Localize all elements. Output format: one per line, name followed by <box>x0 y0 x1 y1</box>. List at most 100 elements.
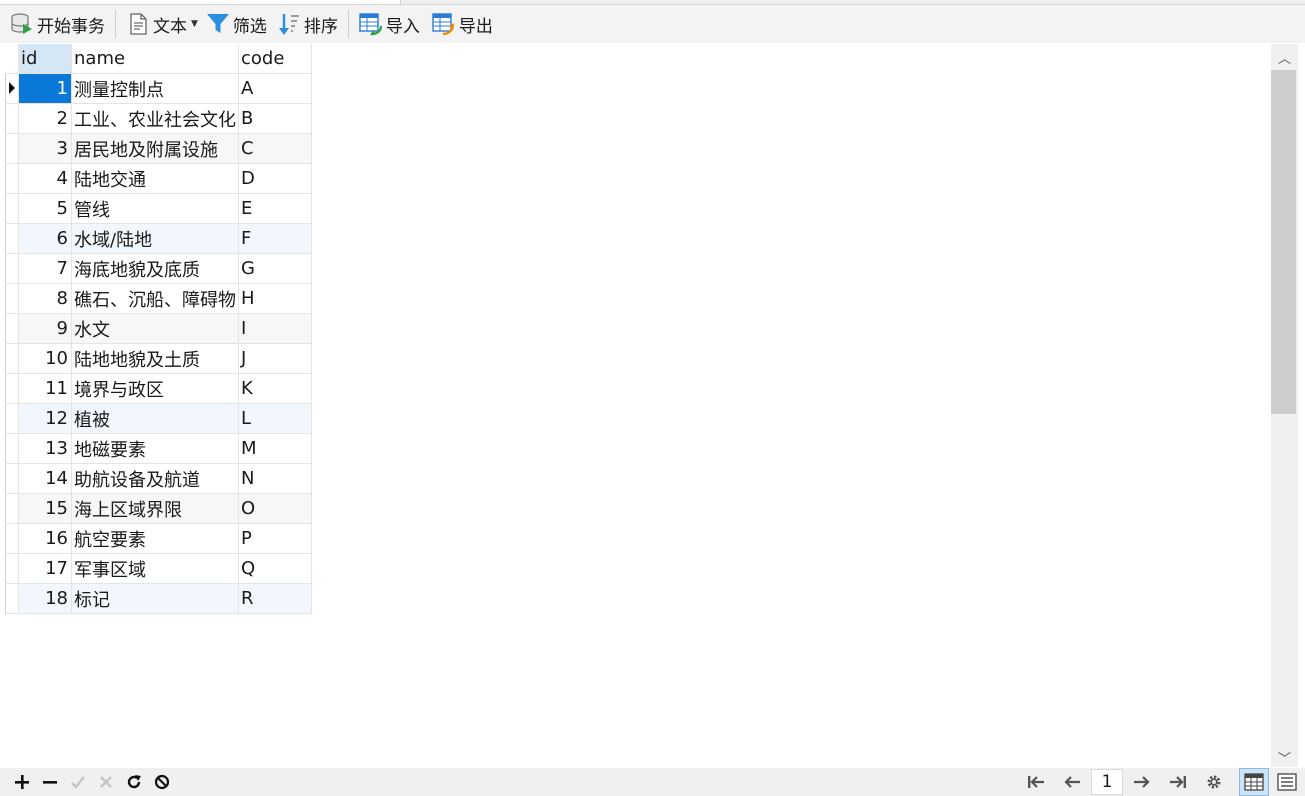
table-row[interactable]: 16 航空要素 P <box>5 523 312 554</box>
cell-id[interactable]: 11 <box>18 373 72 404</box>
row-indicator[interactable] <box>5 253 19 284</box>
cell-code[interactable]: A <box>238 73 312 104</box>
row-indicator[interactable] <box>5 583 19 614</box>
table-row[interactable]: 14 助航设备及航道 N <box>5 463 312 494</box>
row-indicator[interactable] <box>5 373 19 404</box>
cell-id[interactable]: 16 <box>18 523 72 554</box>
row-indicator[interactable] <box>5 553 19 584</box>
import-button[interactable]: 导入 <box>357 9 422 39</box>
filter-button[interactable]: 筛选 <box>204 9 269 39</box>
row-indicator[interactable] <box>5 313 19 344</box>
cell-name[interactable]: 礁石、沉船、障碍物 <box>71 283 239 314</box>
row-indicator[interactable] <box>5 493 19 524</box>
cell-name[interactable]: 地磁要素 <box>71 433 239 464</box>
scroll-up-icon[interactable]: ︿ <box>1277 48 1292 67</box>
cell-name[interactable]: 海上区域界限 <box>71 493 239 524</box>
add-record-icon[interactable] <box>10 770 34 794</box>
table-row[interactable]: 10 陆地地貌及土质 J <box>5 343 312 374</box>
cell-id[interactable]: 6 <box>18 223 72 254</box>
sort-button[interactable]: 排序 <box>275 9 340 39</box>
cell-id[interactable]: 4 <box>18 163 72 194</box>
row-indicator[interactable] <box>5 433 19 464</box>
cell-code[interactable]: D <box>238 163 312 194</box>
cell-code[interactable]: K <box>238 373 312 404</box>
cell-name[interactable]: 居民地及附属设施 <box>71 133 239 164</box>
cell-id[interactable]: 13 <box>18 433 72 464</box>
stop-icon[interactable] <box>150 770 174 794</box>
cell-name[interactable]: 航空要素 <box>71 523 239 554</box>
cell-name[interactable]: 境界与政区 <box>71 373 239 404</box>
cell-name[interactable]: 植被 <box>71 403 239 434</box>
row-indicator[interactable] <box>5 73 19 104</box>
cell-id[interactable]: 17 <box>18 553 72 584</box>
column-header-name[interactable]: name <box>71 44 239 74</box>
cell-name[interactable]: 标记 <box>71 583 239 614</box>
cell-name[interactable]: 管线 <box>71 193 239 224</box>
cell-code[interactable]: Q <box>238 553 312 584</box>
table-row[interactable]: 4 陆地交通 D <box>5 163 312 194</box>
cell-name[interactable]: 陆地地貌及土质 <box>71 343 239 374</box>
row-indicator[interactable] <box>5 163 19 194</box>
cell-code[interactable]: G <box>238 253 312 284</box>
cell-id[interactable]: 18 <box>18 583 72 614</box>
vertical-scrollbar[interactable]: ︿ ﹀ <box>1271 44 1298 767</box>
cell-code[interactable]: C <box>238 133 312 164</box>
table-row[interactable]: 15 海上区域界限 O <box>5 493 312 524</box>
discard-changes-icon[interactable] <box>94 770 118 794</box>
table-row[interactable]: 9 水文 I <box>5 313 312 344</box>
cell-id[interactable]: 12 <box>18 403 72 434</box>
cell-name[interactable]: 海底地貌及底质 <box>71 253 239 284</box>
table-row[interactable]: 7 海底地貌及底质 G <box>5 253 312 284</box>
table-row[interactable]: 12 植被 L <box>5 403 312 434</box>
cell-code[interactable]: O <box>238 493 312 524</box>
grid-view-icon[interactable] <box>1239 768 1269 796</box>
table-row[interactable]: 5 管线 E <box>5 193 312 224</box>
form-view-icon[interactable] <box>1273 769 1301 795</box>
scroll-down-icon[interactable]: ﹀ <box>1277 748 1292 767</box>
cell-id[interactable]: 2 <box>18 103 72 134</box>
cell-code[interactable]: I <box>238 313 312 344</box>
page-number-field[interactable]: 1 <box>1091 769 1123 795</box>
cell-code[interactable]: L <box>238 403 312 434</box>
apply-changes-icon[interactable] <box>66 770 90 794</box>
cell-name[interactable]: 水文 <box>71 313 239 344</box>
active-tab-edge[interactable] <box>0 0 401 4</box>
row-indicator[interactable] <box>5 193 19 224</box>
table-row[interactable]: 1 测量控制点 A <box>5 73 312 104</box>
first-page-icon[interactable] <box>1021 770 1051 794</box>
cell-id[interactable]: 10 <box>18 343 72 374</box>
table-row[interactable]: 13 地磁要素 M <box>5 433 312 464</box>
cell-name[interactable]: 测量控制点 <box>71 73 239 104</box>
cell-code[interactable]: R <box>238 583 312 614</box>
table-row[interactable]: 8 礁石、沉船、障碍物 H <box>5 283 312 314</box>
row-indicator[interactable] <box>5 343 19 374</box>
gear-icon[interactable] <box>1199 770 1229 794</box>
cell-name[interactable]: 助航设备及航道 <box>71 463 239 494</box>
cell-name[interactable]: 水域/陆地 <box>71 223 239 254</box>
cell-code[interactable]: E <box>238 193 312 224</box>
previous-page-icon[interactable] <box>1057 770 1087 794</box>
last-page-icon[interactable] <box>1163 770 1193 794</box>
column-header-id[interactable]: id <box>18 44 72 74</box>
row-indicator[interactable] <box>5 283 19 314</box>
row-indicator[interactable] <box>5 133 19 164</box>
table-row[interactable]: 3 居民地及附属设施 C <box>5 133 312 164</box>
cell-code[interactable]: F <box>238 223 312 254</box>
cell-id[interactable]: 7 <box>18 253 72 284</box>
cell-id[interactable]: 9 <box>18 313 72 344</box>
table-row[interactable]: 6 水域/陆地 F <box>5 223 312 254</box>
data-grid[interactable]: id name code 1 测量控制点 A 2 工业、农业社会文化 B 3 居民地及附属设施… <box>5 44 1271 767</box>
row-indicator[interactable] <box>5 463 19 494</box>
cell-name[interactable]: 工业、农业社会文化 <box>71 103 239 134</box>
cell-code[interactable]: M <box>238 433 312 464</box>
table-row[interactable]: 17 军事区域 Q <box>5 553 312 584</box>
row-indicator[interactable] <box>5 223 19 254</box>
next-page-icon[interactable] <box>1127 770 1157 794</box>
table-row[interactable]: 18 标记 R <box>5 583 312 614</box>
export-button[interactable]: 导出 <box>430 9 495 39</box>
cell-id[interactable]: 15 <box>18 493 72 524</box>
delete-record-icon[interactable] <box>38 770 62 794</box>
begin-transaction-button[interactable]: 开始事务 <box>8 9 107 39</box>
cell-id[interactable]: 5 <box>18 193 72 224</box>
row-indicator[interactable] <box>5 403 19 434</box>
